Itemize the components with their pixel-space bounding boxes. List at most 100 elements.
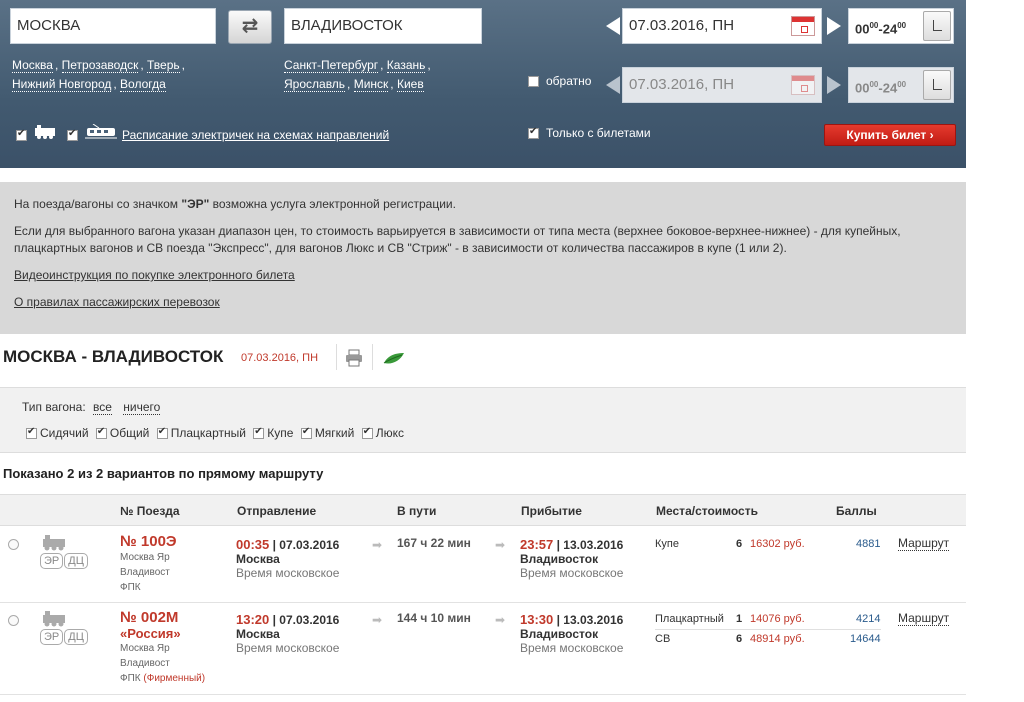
seat-count: 1 [736,613,743,625]
to-suggest-link[interactable]: Ярославль [284,77,346,92]
train-name: «Россия» [120,626,181,641]
seat-price[interactable]: 48914 руб. [750,633,805,645]
return-prev-date-arrow-icon [606,76,620,94]
bonus-points: 4214 [856,613,881,625]
results-table-header: № Поезда Отправление В пути Прибытие Мес… [0,494,966,526]
col-train[interactable]: № Поезда [120,504,180,518]
to-suggestions: Санкт-Петербург, Казань, Ярославль, Минс… [284,58,431,92]
departure-cell: 13:20 | 07.03.2016 Москва Время московск… [236,612,340,655]
train-icon [35,125,55,139]
select-all-link[interactable]: все [93,400,112,415]
chevron-right-icon: › [929,128,934,142]
train-info: № 100Э Москва Яр Владивост ФПК [120,533,177,593]
from-suggestions: Москва, Петрозаводск, Тверь, Нижний Новг… [12,58,185,92]
train-select-radio[interactable] [8,615,19,626]
arrow-right-icon: ➡ [372,613,383,627]
table-row[interactable]: ЭР ДЦ № 100Э Москва Яр Владивост ФПК 00:3… [0,527,966,603]
carrier: ФПК [120,582,141,593]
seat-type: СВ [655,633,671,645]
arrow-right-icon: ➡ [495,613,506,627]
suburban-schedule-link[interactable]: Расписание электричек на схемах направле… [122,128,389,142]
return-time-range-input: 0000-2400 [848,67,954,103]
car-type-soft[interactable]: Мягкий [300,426,354,440]
col-arrival[interactable]: Прибытие [521,504,582,518]
from-suggest-link[interactable]: Петрозаводск [61,58,139,73]
route-link[interactable]: Маршрут [898,536,950,551]
date-value: 07.03.2016, ПН [629,17,735,34]
car-type-label: Тип вагона: [22,400,86,414]
calendar-icon[interactable] [791,16,815,36]
to-suggest-link[interactable]: Санкт-Петербург [284,58,379,73]
only-tickets-checkbox[interactable] [528,126,539,139]
travel-time: 144 ч 10 мин [397,611,471,625]
time-range-input[interactable]: 0000-2400 [848,8,954,44]
date-input[interactable]: 07.03.2016, ПН [622,8,822,44]
car-type-coupe[interactable]: Купе [253,426,293,440]
next-date-arrow-icon[interactable] [827,17,841,35]
return-clock-icon [923,70,951,100]
info-er-note: На поезда/вагоны со значком "ЭР" возможн… [14,197,456,211]
arrow-right-icon: ➡ [495,538,506,552]
train-icon [43,611,65,627]
carrier: ФПК (Фирменный) [120,673,206,684]
bonus-points: 4881 [856,538,881,550]
route-date: 07.03.2016, ПН [241,352,319,364]
to-station-input[interactable]: ВЛАДИВОСТОК [284,8,482,44]
clock-icon[interactable] [923,11,951,41]
return-checkbox[interactable] [528,76,539,87]
rules-link[interactable]: О правилах пассажирских перевозок [14,295,220,309]
buy-ticket-button[interactable]: Купить билет › [824,124,956,146]
seat-price[interactable]: 16302 руб. [750,538,805,550]
to-suggest-link[interactable]: Казань [386,58,426,73]
table-row[interactable]: ЭР ДЦ № 002М «Россия» Москва Яр Владивост… [0,603,966,695]
train-icon [43,535,65,551]
bonus-points: 14644 [850,633,881,645]
er-badges: ЭР ДЦ [40,629,89,645]
seat-count: 6 [736,538,743,550]
route-title: МОСКВА - ВЛАДИВОСТОК [3,347,224,366]
col-departure[interactable]: Отправление [237,504,316,518]
train-number[interactable]: № 002М [120,609,205,626]
route-link[interactable]: Маршрут [898,611,950,626]
long-distance-checkbox[interactable] [16,128,27,141]
col-travel-time[interactable]: В пути [397,504,436,518]
er-badges: ЭР ДЦ [40,553,89,569]
from-station-input[interactable]: МОСКВА [10,8,216,44]
results-count: Показано 2 из 2 вариантов по прямому мар… [3,466,324,481]
print-icon[interactable] [344,349,364,367]
from-suggest-link[interactable]: Тверь [147,58,180,73]
train-number[interactable]: № 100Э [120,533,177,550]
leaf-icon[interactable] [382,349,406,367]
departure-cell: 00:35 | 07.03.2016 Москва Время московск… [236,537,340,580]
er-badge: ЭР [40,629,64,645]
arrow-right-icon: ➡ [372,538,383,552]
car-type-platzkart[interactable]: Плацкартный [156,426,246,440]
info-block: На поезда/вагоны со значком "ЭР" возможн… [0,182,966,334]
prev-date-arrow-icon[interactable] [606,17,620,35]
dc-badge: ДЦ [64,553,88,569]
search-panel: МОСКВА ⇄ ВЛАДИВОСТОК Москва, Петрозаводс… [0,0,966,168]
select-none-link[interactable]: ничего [123,400,161,415]
to-suggest-link[interactable]: Киев [396,77,424,92]
arrival-cell: 23:57 | 13.03.2016 Владивосток Время мос… [520,537,624,580]
return-next-date-arrow-icon [827,76,841,94]
arrival-cell: 13:30 | 13.03.2016 Владивосток Время мос… [520,612,624,655]
er-badge: ЭР [40,553,64,569]
car-type-common[interactable]: Общий [95,426,149,440]
to-suggest-link[interactable]: Минск [353,77,389,92]
video-instruction-link[interactable]: Видеоинструкция по покупке электронного … [14,268,295,282]
col-points: Баллы [836,504,877,518]
seat-type: Плацкартный [655,613,724,625]
seat-price[interactable]: 14076 руб. [750,613,805,625]
car-type-lux[interactable]: Люкс [361,426,404,440]
swap-stations-button[interactable]: ⇄ [228,10,272,44]
travel-time: 167 ч 22 мин [397,536,471,550]
from-suggest-link[interactable]: Вологда [120,77,166,92]
train-select-radio[interactable] [8,539,19,550]
from-suggest-link[interactable]: Нижний Новгород [12,77,112,92]
suburban-checkbox[interactable] [67,128,78,141]
from-suggest-link[interactable]: Москва [12,58,53,73]
return-label: обратно [546,74,592,88]
dc-badge: ДЦ [64,629,88,645]
car-type-seated[interactable]: Сидячий [26,426,89,440]
